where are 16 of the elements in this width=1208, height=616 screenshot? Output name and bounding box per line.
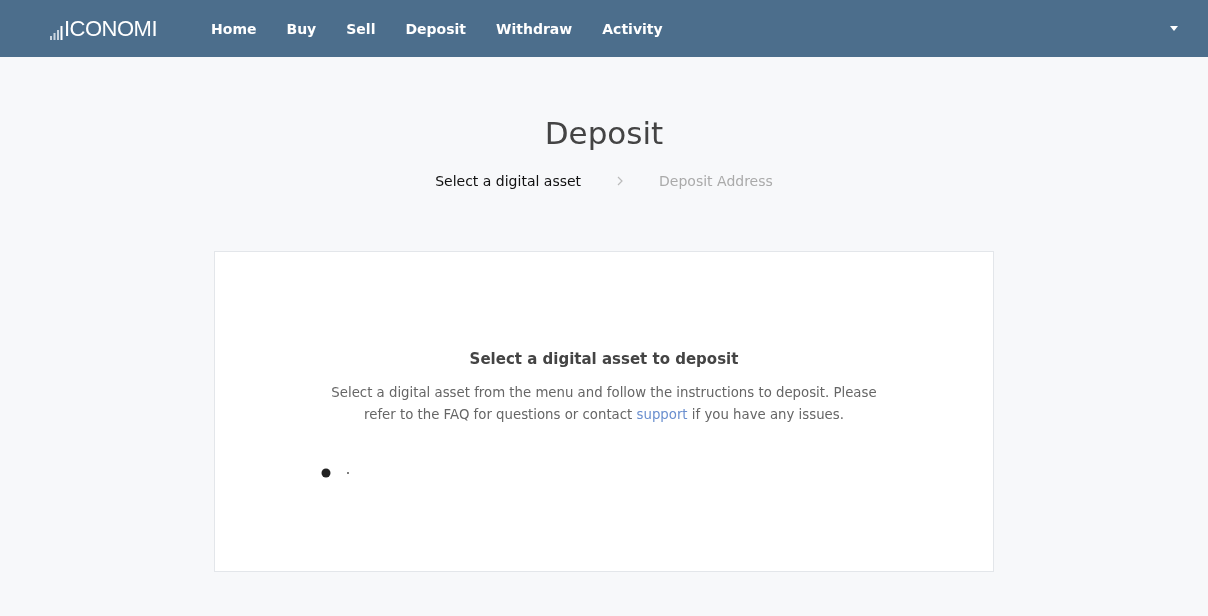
logo-text[interactable]: ICONOMI xyxy=(64,17,158,40)
page-title: Deposit xyxy=(544,114,664,153)
step-label: Deposit Address xyxy=(658,173,774,189)
nav-link[interactable]: Buy xyxy=(276,20,327,37)
nav-link[interactable]: Deposit xyxy=(395,20,477,37)
step-label: Select a digital asset xyxy=(434,173,583,189)
card-heading: Select a digital asset to deposit xyxy=(469,350,739,368)
instructions-text: Select a digital asset from the menu and follow the instructions to deposit. Please refer to the FAQ for questions or contact support if you have any issues. xyxy=(330,384,878,424)
bars-icon xyxy=(50,25,63,40)
chevron-icon xyxy=(617,176,624,186)
caret-icon[interactable] xyxy=(1170,26,1178,31)
support-link[interactable]: support xyxy=(636,407,688,422)
nav-link[interactable]: Home xyxy=(201,20,267,37)
nav-link[interactable]: Sell xyxy=(336,20,386,37)
nav-link[interactable]: Activity xyxy=(592,20,673,37)
nav-link[interactable]: Withdraw xyxy=(486,20,583,37)
